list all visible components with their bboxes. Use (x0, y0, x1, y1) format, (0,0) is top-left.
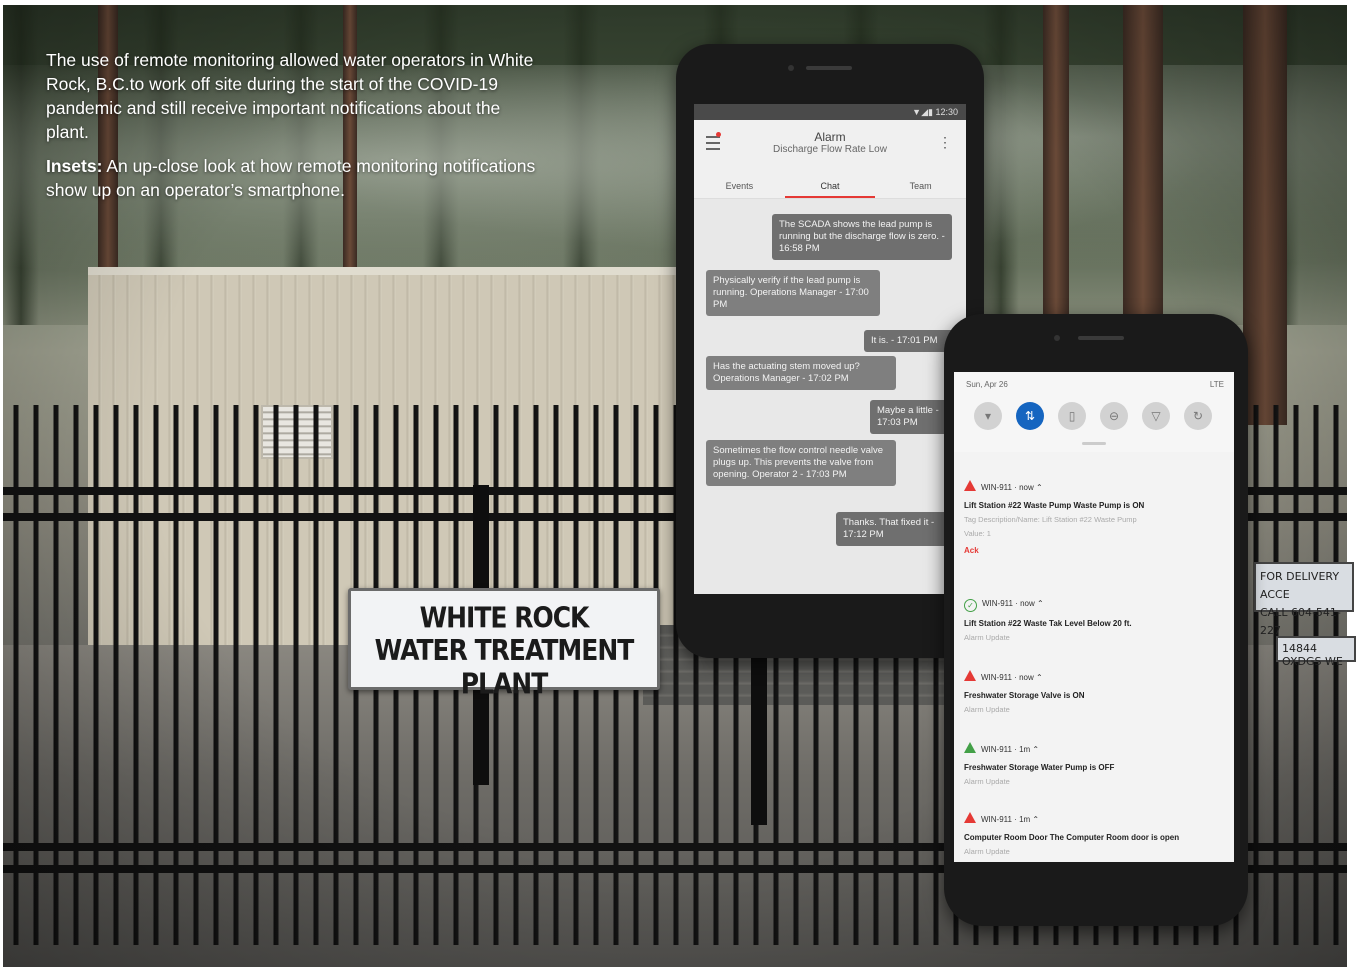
alarm-title: Alarm (814, 130, 846, 144)
tab-team[interactable]: Team (875, 176, 966, 198)
delivery-sign-line-2: CALL 604-541-227 (1260, 606, 1341, 637)
delivery-sign: FOR DELIVERY ACCE CALL 604-541-227 (1254, 562, 1354, 637)
notification-item[interactable]: ✓ WIN-911 · now ⌃ Lift Station #22 Waste … (964, 598, 1226, 642)
notification-source: WIN-911 · 1m ⌃ (981, 815, 1040, 824)
menu-icon[interactable] (706, 132, 721, 150)
signal-label: LTE (1209, 380, 1224, 389)
battery-icon[interactable]: ▯ (1058, 402, 1086, 430)
caption-paragraph: The use of remote monitoring allowed wat… (46, 50, 534, 142)
delivery-sign-line-1: FOR DELIVERY ACCE (1260, 570, 1340, 601)
chat-screen: ▼◢▮ 12:30 Alarm Discharge Flow Rate Low … (694, 104, 966, 594)
alarm-app-bar: Alarm Discharge Flow Rate Low ⋮ (694, 120, 966, 176)
notification-title: Freshwater Storage Water Pump is OFF (964, 763, 1115, 772)
ack-button[interactable]: Ack (964, 546, 1226, 555)
alert-triangle-icon (964, 742, 976, 753)
status-time: 12:30 (935, 107, 958, 117)
caption-insets: Insets: An up-close look at how remote m… (46, 154, 546, 202)
phone-notifications: Sun, Apr 26 LTE ▾ ⇅ ▯ ⊖ ▽ ↻ WIN-911 · no… (944, 314, 1248, 926)
do-not-disturb-icon[interactable]: ⊖ (1100, 402, 1128, 430)
tab-chat[interactable]: Chat (784, 176, 876, 198)
tree-trunk (1043, 5, 1069, 345)
alarm-subtitle: Discharge Flow Rate Low (773, 144, 887, 155)
chat-message: Sometimes the flow control needle valve … (706, 440, 896, 486)
notification-title: Lift Station #22 Waste Tak Level Below 2… (964, 619, 1132, 628)
quick-settings: Sun, Apr 26 LTE ▾ ⇅ ▯ ⊖ ▽ ↻ (954, 372, 1234, 452)
insets-text: An up-close look at how remote monitorin… (46, 156, 536, 200)
tab-events[interactable]: Events (694, 176, 785, 198)
notification-subtext: Tag Description/Name: Lift Station #22 W… (964, 515, 1137, 524)
insets-label: Insets: (46, 156, 103, 176)
date-label: Sun, Apr 26 (966, 380, 1008, 389)
wifi-icon[interactable]: ▾ (974, 402, 1002, 430)
notification-subtext: Alarm Update (964, 633, 1010, 642)
notification-item[interactable]: WIN-911 · now ⌃ Lift Station #22 Waste P… (964, 480, 1226, 555)
sign-line-2: WATER TREATMENT PLANT (374, 633, 635, 701)
notification-source: WIN-911 · now ⌃ (982, 599, 1044, 608)
notification-item[interactable]: WIN-911 · now ⌃ Freshwater Storage Valve… (964, 670, 1226, 714)
rotate-icon[interactable]: ↻ (1184, 402, 1212, 430)
notification-title: Freshwater Storage Valve is ON (964, 691, 1085, 700)
alert-triangle-icon (964, 812, 976, 823)
photo-caption: The use of remote monitoring allowed wat… (46, 48, 546, 212)
notification-value: Value: 1 (964, 529, 991, 538)
tree-trunk (1243, 5, 1287, 425)
quick-settings-icons: ▾ ⇅ ▯ ⊖ ▽ ↻ (974, 402, 1212, 430)
alarm-tabs: Events Chat Team (694, 176, 966, 199)
sign-line-1: WHITE ROCK (419, 600, 590, 635)
notification-source: WIN-911 · 1m ⌃ (981, 745, 1040, 754)
notification-subtext: Alarm Update (964, 847, 1010, 856)
phone-chat: ▼◢▮ 12:30 Alarm Discharge Flow Rate Low … (676, 44, 984, 658)
notification-subtext: Alarm Update (964, 705, 1010, 714)
notification-title: Computer Room Door The Computer Room doo… (964, 833, 1180, 842)
phone-camera (788, 65, 794, 71)
alert-triangle-icon (964, 670, 976, 681)
phone-camera (1054, 335, 1060, 341)
alert-triangle-icon (964, 480, 976, 491)
notification-dot-icon (716, 132, 721, 137)
chat-message: Physically verify if the lead pump is ru… (706, 270, 880, 316)
notification-source: WIN-911 · now ⌃ (981, 673, 1043, 682)
more-options-icon[interactable]: ⋮ (938, 134, 952, 151)
address-plate: 14844 OXDGS WE (1276, 636, 1356, 668)
notification-title: Lift Station #22 Waste Pump Waste Pump i… (964, 501, 1145, 510)
notification-item[interactable]: WIN-911 · 1m ⌃ Freshwater Storage Water … (964, 742, 1226, 786)
status-bar: ▼◢▮ 12:30 (694, 104, 966, 120)
notifications-screen: Sun, Apr 26 LTE ▾ ⇅ ▯ ⊖ ▽ ↻ WIN-911 · no… (954, 372, 1234, 862)
drag-handle[interactable] (1082, 442, 1106, 445)
phone-speaker (1078, 336, 1124, 340)
chat-message: The SCADA shows the lead pump is running… (772, 214, 952, 260)
check-circle-icon: ✓ (964, 599, 977, 612)
notification-subtext: Alarm Update (964, 777, 1010, 786)
chat-message: Has the actuating stem moved up? Operati… (706, 356, 896, 390)
data-transfer-icon[interactable]: ⇅ (1016, 402, 1044, 430)
flashlight-icon[interactable]: ▽ (1142, 402, 1170, 430)
chat-message: Thanks. That fixed it - 17:12 PM (836, 512, 960, 546)
phone-speaker (806, 66, 852, 70)
tree-trunk (1123, 5, 1163, 345)
notification-item[interactable]: WIN-911 · 1m ⌃ Computer Room Door The Co… (964, 812, 1226, 856)
plant-sign: WHITE ROCK WATER TREATMENT PLANT (348, 588, 660, 700)
notification-source: WIN-911 · now ⌃ (981, 483, 1043, 492)
